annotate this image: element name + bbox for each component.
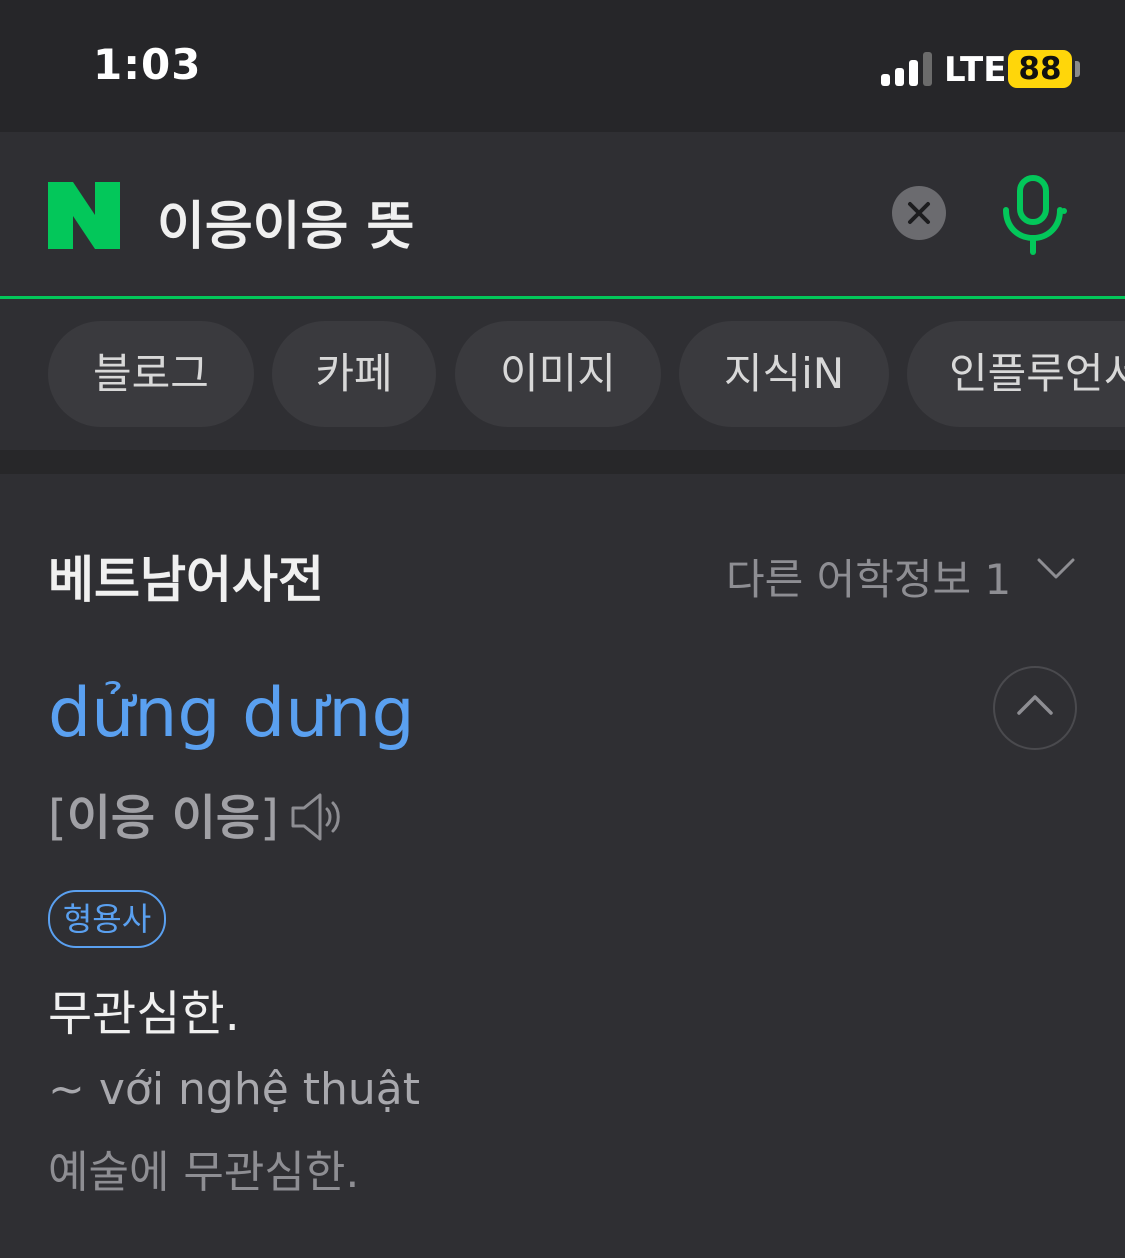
pronunciation-text: 이응 이응 xyxy=(66,790,261,846)
status-bar: 1:03 LTE 88 xyxy=(0,0,1125,132)
chevron-up-icon xyxy=(1017,695,1053,715)
tab-knowledge-in[interactable]: 지식iN xyxy=(679,321,889,427)
other-language-info-link[interactable]: 다른 어학정보 1 xyxy=(726,546,1011,607)
clear-search-button[interactable] xyxy=(892,186,946,240)
signal-strength-icon xyxy=(881,52,933,86)
pronunciation-open-bracket: [ xyxy=(48,790,67,846)
network-type: LTE xyxy=(944,50,1007,90)
close-icon xyxy=(908,202,930,224)
example-vietnamese: ~ với nghệ thuật xyxy=(48,1064,421,1115)
section-divider xyxy=(0,450,1125,474)
example-korean: 예술에 무관심한. xyxy=(48,1147,360,1198)
pronunciation-close-bracket: ] xyxy=(260,790,279,846)
tab-blog[interactable]: 블로그 xyxy=(48,321,254,427)
naver-logo[interactable] xyxy=(48,182,120,249)
speaker-icon[interactable] xyxy=(290,792,346,842)
dictionary-card: 베트남어사전 다른 어학정보 1 dửng dưng [이응 이응] 형용사 무… xyxy=(0,474,1125,1258)
tab-images[interactable]: 이미지 xyxy=(455,321,661,427)
microphone-icon[interactable] xyxy=(1000,174,1070,256)
chevron-down-icon[interactable] xyxy=(1037,558,1075,580)
tab-cafe[interactable]: 카페 xyxy=(272,321,436,427)
collapse-button[interactable] xyxy=(993,666,1077,750)
search-tabs: 블로그 카페 이미지 지식iN 인플루언서 xyxy=(0,299,1125,450)
meaning-text: 무관심한. xyxy=(48,986,240,1042)
search-input[interactable]: 이응이응 뜻 xyxy=(157,184,414,259)
tab-influencer[interactable]: 인플루언서 xyxy=(907,321,1125,427)
part-of-speech-badge: 형용사 xyxy=(48,890,166,948)
battery-level: 88 xyxy=(1008,50,1072,88)
search-bar: 이응이응 뜻 xyxy=(0,132,1125,298)
dictionary-title: 베트남어사전 xyxy=(48,551,324,609)
status-time: 1:03 xyxy=(93,40,202,89)
pronunciation: [이응 이응] xyxy=(48,778,279,848)
headword-link[interactable]: dửng dưng xyxy=(48,674,415,753)
battery-icon xyxy=(1075,61,1080,77)
